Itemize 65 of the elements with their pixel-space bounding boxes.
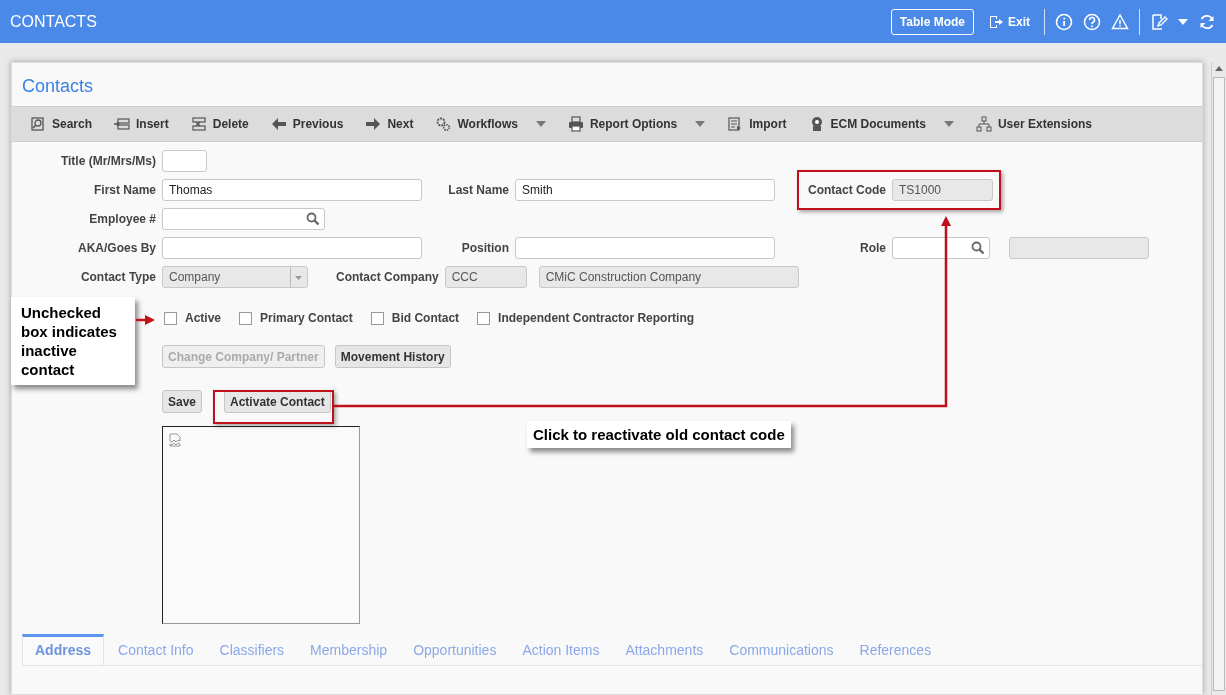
field-label: Contact Company [336, 270, 439, 284]
info-icon[interactable] [1055, 12, 1073, 31]
toolbar-button[interactable]: Workflows [435, 116, 556, 132]
field-label: Position [460, 241, 509, 255]
panel-title: Contacts [21, 75, 95, 98]
help-icon[interactable] [1083, 12, 1101, 31]
edit-icon[interactable] [1150, 12, 1168, 31]
employee-field[interactable] [162, 208, 325, 230]
callout-note: Click to reactivate old contact code [527, 421, 791, 448]
last-name-field[interactable]: Smith [515, 179, 775, 201]
insert-row-icon [114, 116, 131, 132]
field-label: Last Name [447, 183, 509, 197]
checkbox[interactable]: Primary Contact [239, 311, 353, 325]
refresh-icon[interactable] [1198, 12, 1216, 31]
callout-note: Unchecked box indicates inactive contact [11, 297, 135, 385]
scrollbar[interactable] [1211, 62, 1226, 695]
toolbar-button[interactable]: Next [365, 116, 424, 132]
broken-image-icon [169, 433, 182, 447]
caret-icon [695, 121, 706, 127]
search-icon[interactable] [971, 241, 985, 255]
checkbox[interactable]: Bid Contact [370, 311, 460, 325]
toolbar-button[interactable]: Import [727, 116, 797, 132]
company-code-field: CCC [444, 266, 527, 288]
checkbox[interactable]: Independent Contractor Reporting [477, 311, 695, 325]
field-label: Title (Mr/Mrs/Ms) [59, 154, 156, 168]
first-name-field[interactable]: Thomas [162, 179, 422, 201]
toolbar-button[interactable]: Previous [270, 116, 354, 132]
caret-icon [535, 121, 546, 127]
title-field[interactable] [162, 150, 207, 172]
field-label: Contact Code [807, 183, 886, 197]
field-label: First Name [92, 183, 156, 197]
activate-contact-button[interactable]: Activate Contact [224, 390, 331, 413]
callout-arrow [136, 315, 155, 325]
company-name-field: CMiC Construction Company [538, 266, 799, 288]
caret-icon[interactable] [1178, 17, 1188, 26]
toolbar-button[interactable]: Delete [190, 116, 259, 132]
contact-code-field: TS1000 [892, 179, 993, 201]
position-field[interactable] [515, 237, 775, 259]
save-button[interactable]: Save [162, 390, 203, 413]
gears-icon [435, 116, 452, 132]
toolbar-button[interactable]: ECM Documents [808, 116, 964, 132]
action-button[interactable]: Movement History [334, 345, 451, 368]
search-icon [30, 116, 46, 132]
caret-icon [943, 121, 954, 127]
toolbar-button[interactable]: Insert [114, 116, 179, 132]
page-title: CONTACTS [10, 12, 97, 31]
warning-icon[interactable] [1111, 12, 1129, 31]
checkbox[interactable]: Active [164, 311, 222, 325]
right-arrow-icon [365, 116, 382, 132]
search-icon[interactable] [306, 212, 320, 226]
role-field[interactable] [892, 237, 990, 259]
field-label: Role [859, 241, 886, 255]
contact-type-dropdown[interactable]: Company [162, 266, 308, 288]
delete-row-icon [190, 116, 207, 132]
field-label: Contact Type [79, 270, 156, 284]
field-label: AKA/Goes By [76, 241, 156, 255]
hierarchy-icon [975, 116, 992, 132]
toolbar-button[interactable]: Report Options [567, 116, 716, 132]
toolbar-button[interactable]: Search [30, 116, 103, 132]
aka-field[interactable] [162, 237, 422, 259]
printer-icon [567, 116, 584, 132]
field-label: Employee # [88, 212, 156, 226]
exit-door-icon [988, 13, 1004, 30]
toolbar-button[interactable]: User Extensions [975, 116, 1102, 132]
left-arrow-icon [270, 116, 287, 132]
